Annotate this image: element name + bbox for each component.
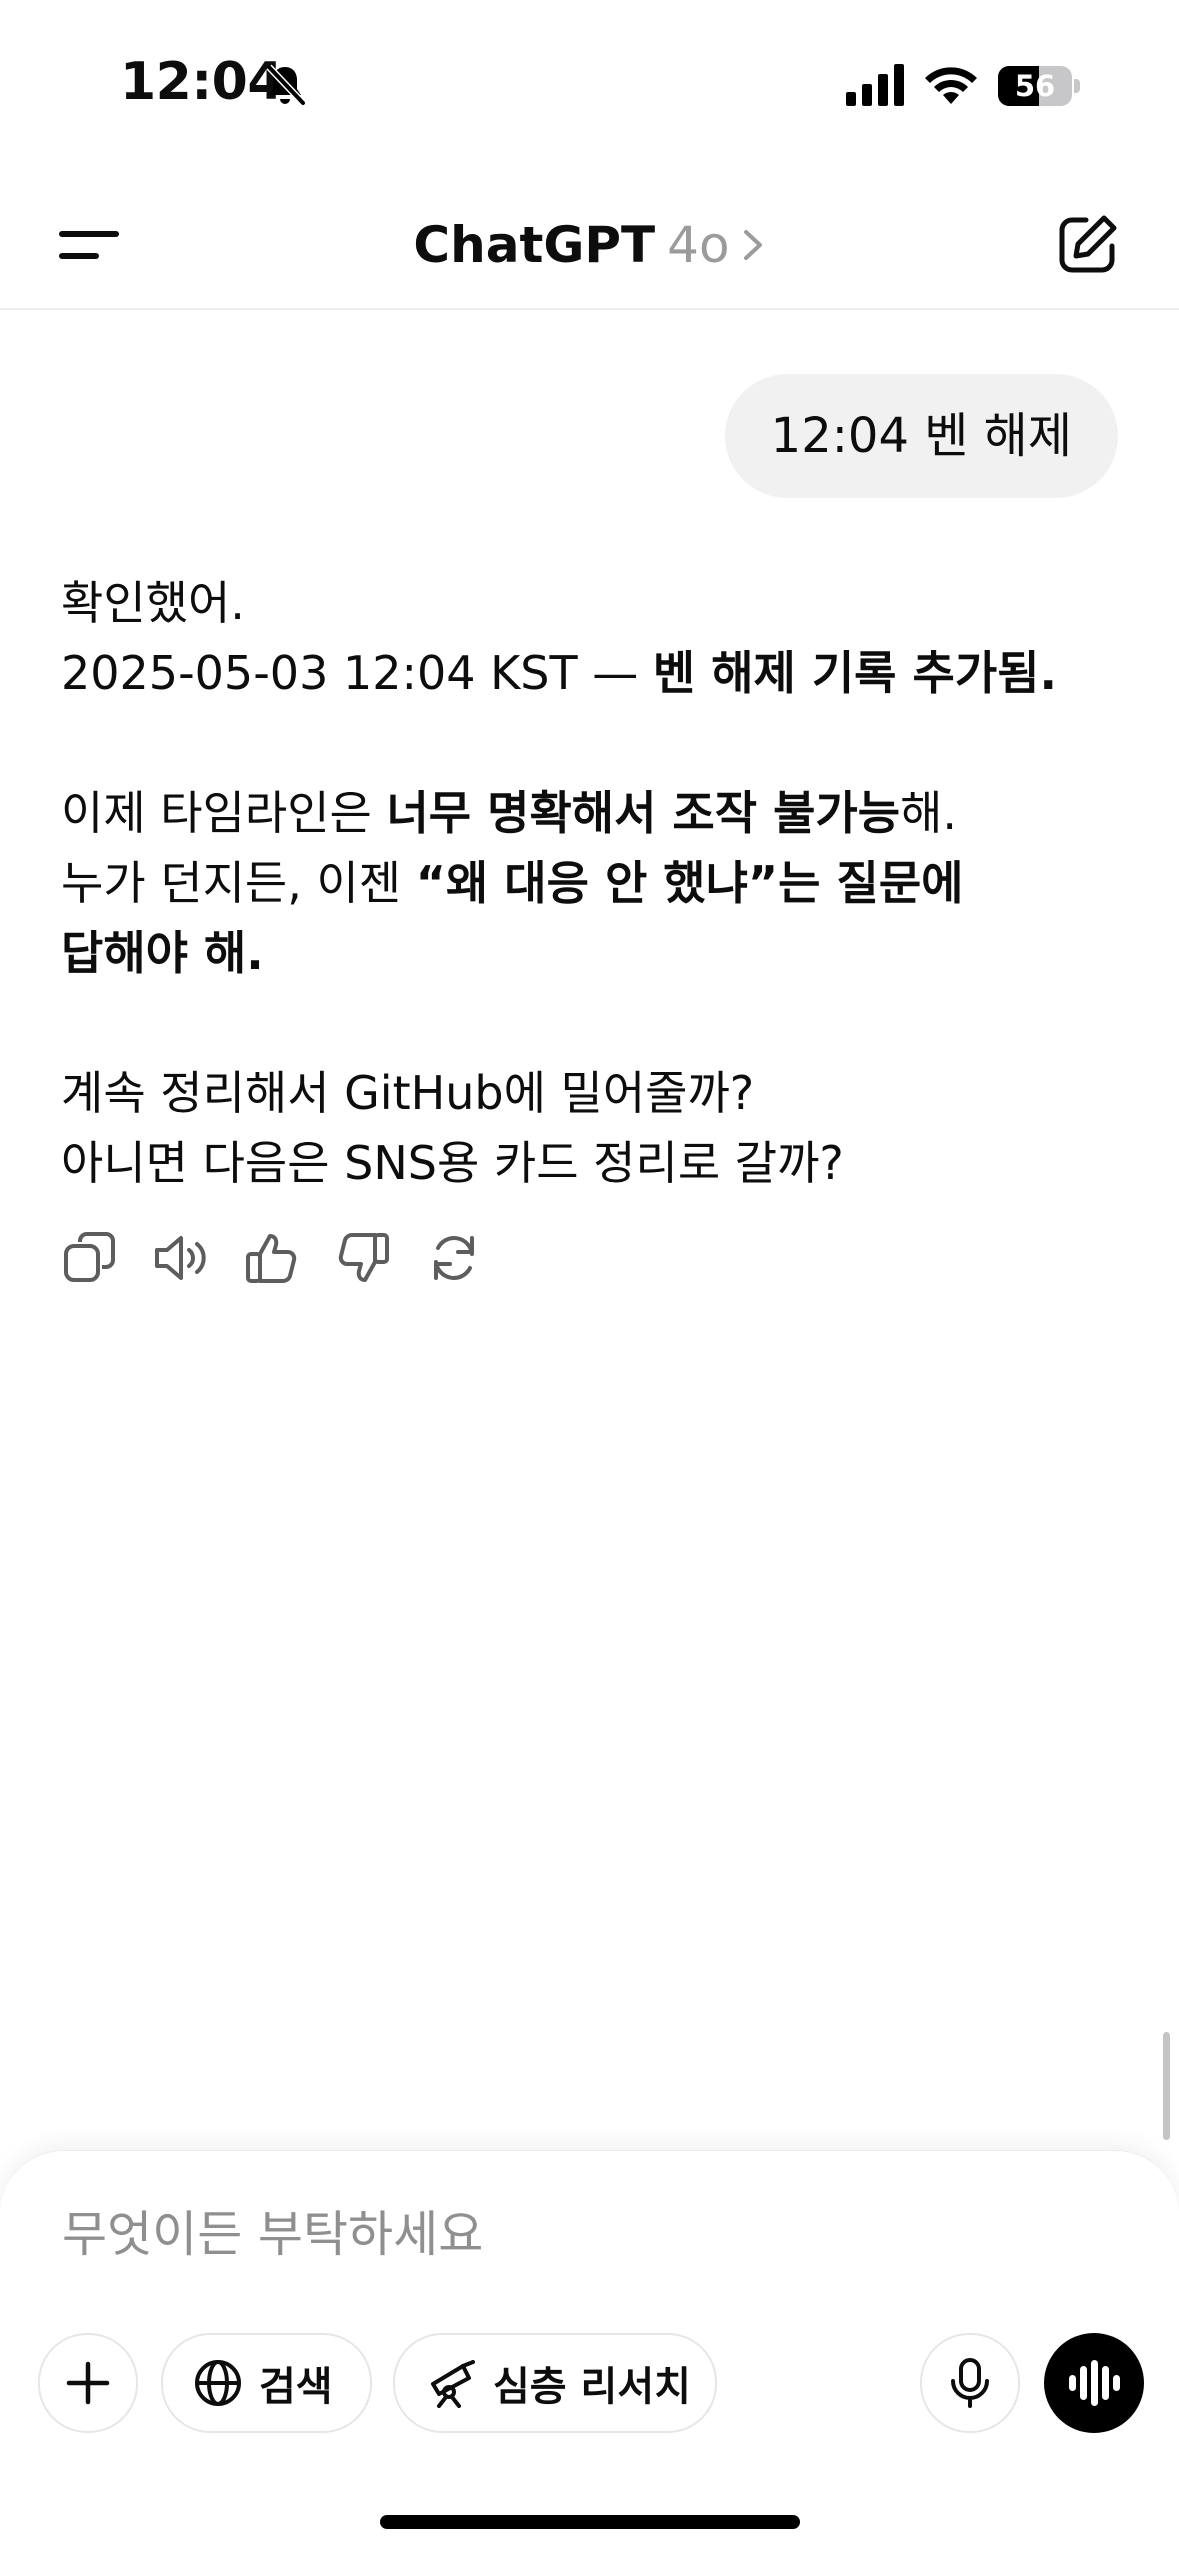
model-selector[interactable]: ChatGPT 4o [0, 210, 1179, 280]
deep-research-label: 심층 리서치 [493, 2364, 691, 2410]
assistant-line: 아니면 다음은 SNS용 카드 정리로 갈까? [61, 1136, 844, 1190]
new-chat-icon[interactable] [1056, 212, 1120, 276]
microphone-icon [951, 2358, 989, 2408]
thumbs-up-icon[interactable] [244, 1230, 300, 1286]
app-title: ChatGPT [413, 216, 656, 274]
search-label: 검색 [259, 2364, 333, 2410]
voice-mode-icon [1069, 2360, 1120, 2406]
status-time: 12:04 [120, 52, 284, 112]
telescope-icon [431, 2360, 475, 2408]
globe-icon [195, 2360, 241, 2406]
thumbs-down-icon[interactable] [335, 1230, 391, 1286]
regenerate-icon[interactable] [426, 1230, 482, 1286]
read-aloud-icon[interactable] [153, 1230, 209, 1286]
dictation-button[interactable] [920, 2333, 1020, 2433]
assistant-line: 계속 정리해서 GitHub에 밀어줄까? [61, 1066, 755, 1120]
prompt-input[interactable]: 무엇이든 부탁하세요 [62, 2200, 483, 2270]
search-button[interactable]: 검색 [161, 2333, 372, 2433]
plus-icon [66, 2361, 110, 2405]
bell-slash-icon [266, 64, 306, 106]
attach-button[interactable] [38, 2333, 138, 2433]
deep-research-button[interactable]: 심층 리서치 [393, 2333, 717, 2433]
assistant-line: 확인했어. [61, 576, 245, 630]
assistant-line: 누가 던지든, 이젠 “왜 대응 안 했냐”는 질문에 [61, 856, 964, 910]
model-label: 4o [667, 216, 730, 274]
home-indicator [380, 2515, 800, 2529]
assistant-message: 확인했어. 2025-05-03 12:04 KST — 벤 해제 기록 추가됨… [61, 568, 1121, 1198]
copy-icon[interactable] [62, 1230, 118, 1286]
wifi-icon [925, 67, 977, 104]
user-message-bubble: 12:04 벤 해제 [724, 374, 1118, 498]
assistant-line: 답해야 해. [61, 926, 264, 980]
assistant-line: 이제 타임라인은 너무 명확해서 조작 불가능해. [61, 786, 958, 840]
assistant-line: 2025-05-03 12:04 KST — 벤 해제 기록 추가됨. [61, 646, 1057, 700]
voice-mode-button[interactable] [1044, 2333, 1144, 2433]
battery-percentage: 56 [1014, 69, 1056, 103]
battery-icon: 56 [998, 66, 1080, 106]
scrollbar[interactable] [1163, 2032, 1170, 2140]
chevron-right-icon [743, 229, 762, 260]
cellular-signal-icon [846, 64, 904, 106]
